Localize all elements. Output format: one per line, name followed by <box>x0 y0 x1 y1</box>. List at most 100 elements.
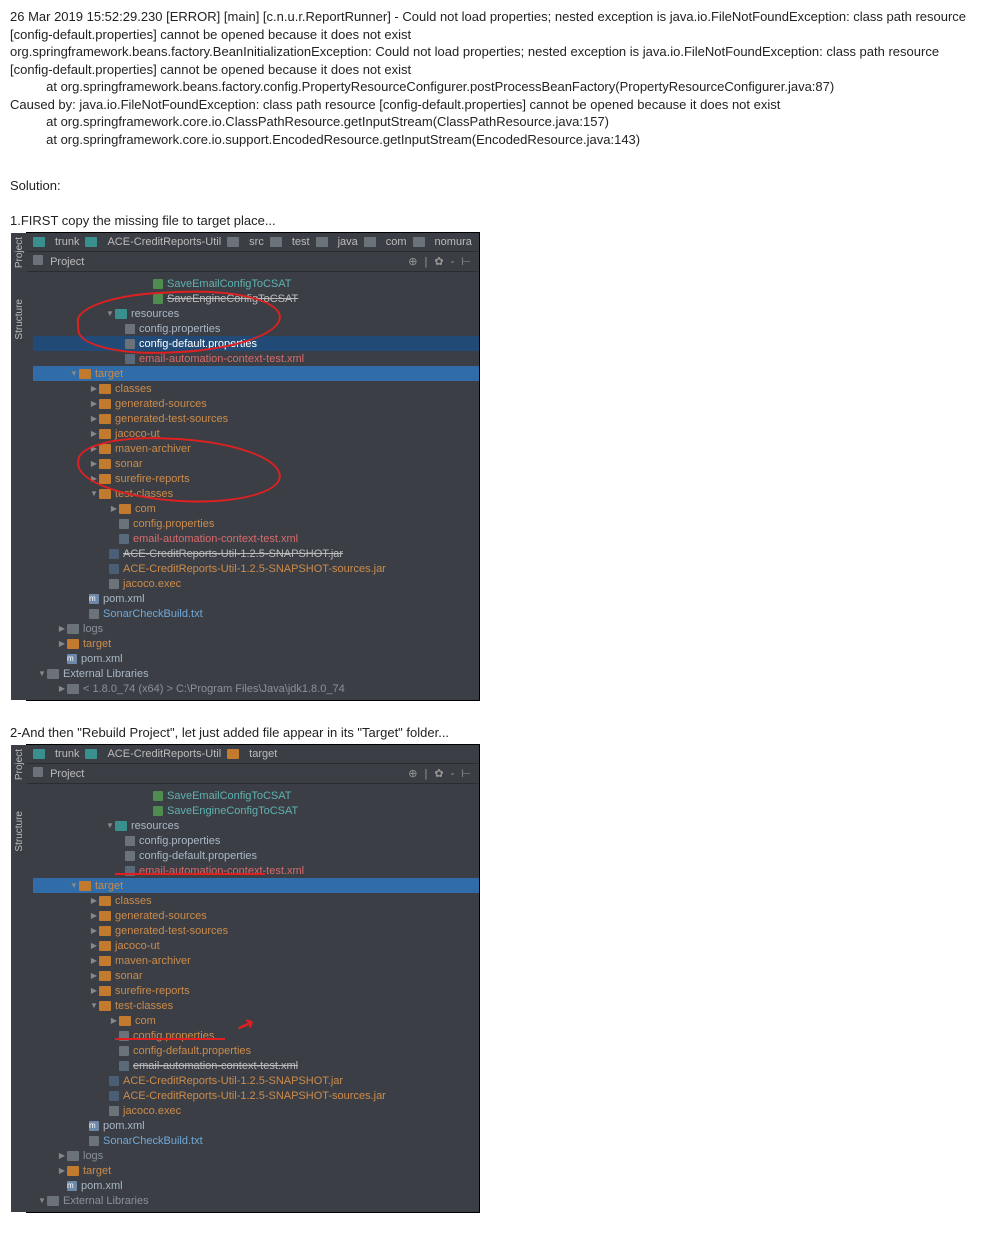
xml-icon <box>119 534 129 544</box>
tree-item[interactable]: email-automation-context-test.xml <box>33 863 479 878</box>
crumb[interactable]: test <box>292 236 310 248</box>
crumb[interactable]: nomura <box>435 236 472 248</box>
maven-icon: m <box>89 1121 99 1131</box>
crumb[interactable]: target <box>249 748 277 760</box>
tree-item[interactable]: mpom.xml <box>33 1178 479 1193</box>
tree-item[interactable]: SaveEngineConfigToCSAT <box>33 291 479 306</box>
tree-item[interactable]: config.properties <box>33 833 479 848</box>
crumb[interactable]: java <box>338 236 358 248</box>
panel-toolbar[interactable]: ⊕ | ✿ - ⊢ <box>408 255 473 268</box>
tree-item[interactable]: < 1.8.0_74 (x64) > C:\Program Files\Java… <box>33 681 479 696</box>
tree-item-highlighted[interactable]: target <box>33 878 479 893</box>
tree-item[interactable]: logs <box>33 621 479 636</box>
project-tree[interactable]: SaveEmailConfigToCSAT SaveEngineConfigTo… <box>27 272 479 700</box>
folder-icon <box>115 821 127 831</box>
tree-item[interactable]: classes <box>33 893 479 908</box>
tree-item[interactable]: mpom.xml <box>33 591 479 606</box>
tree-item[interactable]: maven-archiver <box>33 953 479 968</box>
tree-item[interactable]: test-classes <box>33 998 479 1013</box>
tree-item[interactable]: ACE-CreditReports-Util-1.2.5-SNAPSHOT-so… <box>33 561 479 576</box>
step2-heading: 2-And then "Rebuild Project", let just a… <box>10 725 978 740</box>
tree-item[interactable]: email-automation-context-test.xml <box>33 351 479 366</box>
crumb[interactable]: src <box>249 236 264 248</box>
class-icon <box>153 294 163 304</box>
folder-icon <box>67 1166 79 1176</box>
tree-item[interactable]: config-default.properties <box>33 848 479 863</box>
tree-item[interactable]: test-classes <box>33 486 479 501</box>
lib-icon <box>47 669 59 679</box>
tree-item[interactable]: ACE-CreditReports-Util-1.2.5-SNAPSHOT.ja… <box>33 1073 479 1088</box>
tree-item[interactable]: sonar <box>33 968 479 983</box>
tab-project[interactable]: Project <box>14 749 25 780</box>
tree-item[interactable]: jacoco.exec <box>33 576 479 591</box>
tree-item[interactable]: External Libraries <box>33 666 479 681</box>
crumb[interactable]: com <box>386 236 407 248</box>
tree-item[interactable]: resources <box>33 306 479 321</box>
tree-item[interactable]: email-automation-context-test.xml <box>33 1058 479 1073</box>
tree-item[interactable]: resources <box>33 818 479 833</box>
crumb[interactable]: ACE-CreditReports-Util <box>107 748 221 760</box>
tree-item[interactable]: SonarCheckBuild.txt <box>33 606 479 621</box>
tree-item[interactable]: ACE-CreditReports-Util-1.2.5-SNAPSHOT-so… <box>33 1088 479 1103</box>
tree-item[interactable]: maven-archiver <box>33 441 479 456</box>
tree-item[interactable]: target <box>33 636 479 651</box>
file-icon <box>119 1046 129 1056</box>
maven-icon: m <box>89 594 99 604</box>
tree-item[interactable]: config.properties <box>33 321 479 336</box>
folder-icon <box>79 369 91 379</box>
folder-icon <box>85 749 97 759</box>
tree-item[interactable]: sonar <box>33 456 479 471</box>
window-icon <box>33 767 43 777</box>
tree-item[interactable]: ACE-CreditReports-Util-1.2.5-SNAPSHOT.ja… <box>33 546 479 561</box>
tree-item[interactable]: config.properties <box>33 1028 479 1043</box>
folder-icon <box>67 1151 79 1161</box>
folder-icon <box>67 624 79 634</box>
tree-item-selected[interactable]: config-default.properties <box>33 336 479 351</box>
folder-icon <box>99 896 111 906</box>
tree-item[interactable]: SaveEngineConfigToCSAT <box>33 803 479 818</box>
tab-project[interactable]: Project <box>14 237 25 268</box>
tree-item[interactable]: SonarCheckBuild.txt <box>33 1133 479 1148</box>
file-icon <box>125 851 135 861</box>
folder-icon <box>33 749 45 759</box>
tree-item[interactable]: generated-sources <box>33 908 479 923</box>
tree-item[interactable]: generated-test-sources <box>33 923 479 938</box>
tab-structure[interactable]: Structure <box>14 811 25 852</box>
tree-item[interactable]: surefire-reports <box>33 471 479 486</box>
tree-item[interactable]: logs <box>33 1148 479 1163</box>
tree-item[interactable]: jacoco-ut <box>33 938 479 953</box>
tree-item[interactable]: SaveEmailConfigToCSAT <box>33 788 479 803</box>
tree-item[interactable]: config-default.properties <box>33 1043 479 1058</box>
tree-item[interactable]: jacoco-ut <box>33 426 479 441</box>
panel-toolbar[interactable]: ⊕ | ✿ - ⊢ <box>408 767 473 780</box>
tree-item[interactable]: jacoco.exec <box>33 1103 479 1118</box>
file-icon <box>125 339 135 349</box>
file-icon <box>125 324 135 334</box>
tree-item[interactable]: surefire-reports <box>33 983 479 998</box>
tree-item[interactable]: com <box>33 501 479 516</box>
crumb[interactable]: trunk <box>55 236 79 248</box>
tree-item[interactable]: mpom.xml <box>33 1118 479 1133</box>
file-icon <box>125 836 135 846</box>
tree-item[interactable]: email-automation-context-test.xml <box>33 531 479 546</box>
tree-item-highlighted[interactable]: target <box>33 366 479 381</box>
tree-item[interactable]: generated-sources <box>33 396 479 411</box>
crumb[interactable]: ACE-CreditReports-Util <box>107 236 221 248</box>
tree-item[interactable]: classes <box>33 381 479 396</box>
tree-item[interactable]: config.properties <box>33 516 479 531</box>
tree-item[interactable]: target <box>33 1163 479 1178</box>
folder-icon <box>413 237 425 247</box>
tab-structure[interactable]: Structure <box>14 299 25 340</box>
tree-item[interactable]: generated-test-sources <box>33 411 479 426</box>
tree-item[interactable]: External Libraries <box>33 1193 479 1208</box>
folder-icon <box>99 384 111 394</box>
project-tree[interactable]: SaveEmailConfigToCSAT SaveEngineConfigTo… <box>27 784 479 1212</box>
folder-icon <box>99 1001 111 1011</box>
class-icon <box>153 279 163 289</box>
ide-side-tabs: Project Structure <box>11 233 27 700</box>
project-panel-header: Project ⊕ | ✿ - ⊢ <box>27 251 479 272</box>
tree-item[interactable]: SaveEmailConfigToCSAT <box>33 276 479 291</box>
crumb[interactable]: trunk <box>55 748 79 760</box>
folder-icon <box>99 926 111 936</box>
tree-item[interactable]: mpom.xml <box>33 651 479 666</box>
